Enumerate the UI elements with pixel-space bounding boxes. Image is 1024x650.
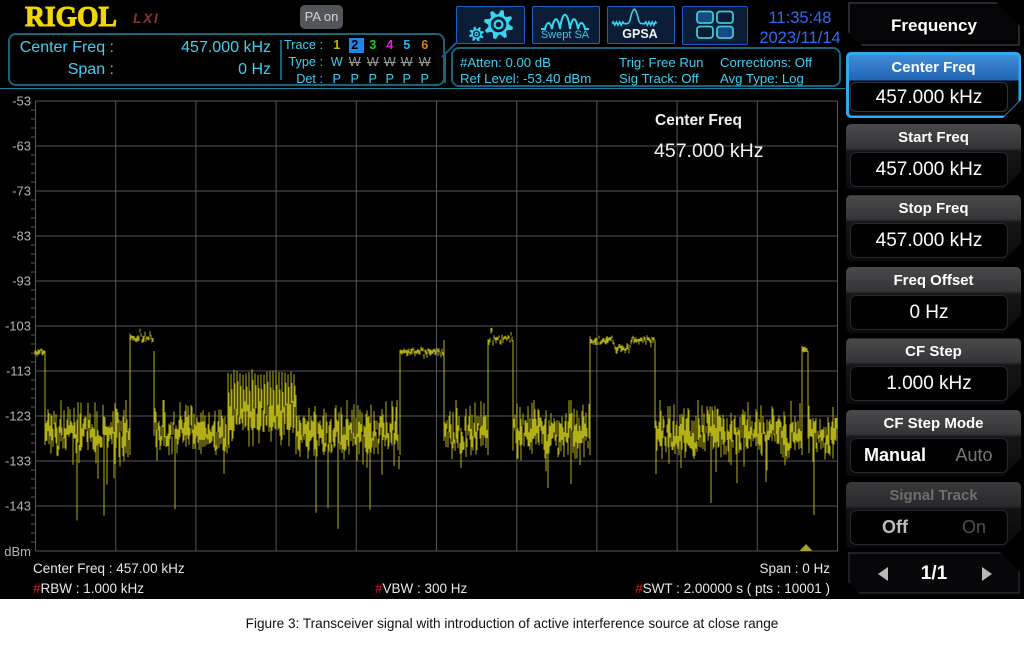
svg-text:-113: -113 (6, 364, 31, 379)
svg-text:-93: -93 (12, 274, 31, 289)
svg-text:GPSA: GPSA (622, 27, 657, 41)
svg-text:-63: -63 (12, 139, 31, 154)
svg-text:-103: -103 (5, 319, 31, 334)
svg-text:-53: -53 (12, 94, 31, 109)
svg-text:Center Freq: Center Freq (655, 112, 742, 129)
svg-text:-133: -133 (5, 454, 31, 469)
svg-text:Swept SA: Swept SA (541, 29, 590, 41)
svg-text:457.000 kHz: 457.000 kHz (654, 140, 764, 162)
svg-text:-143: -143 (5, 499, 31, 514)
svg-text:-123: -123 (5, 409, 31, 424)
svg-text:-83: -83 (12, 229, 31, 244)
svg-text:dBm: dBm (4, 544, 31, 559)
svg-text:-73: -73 (12, 184, 31, 199)
